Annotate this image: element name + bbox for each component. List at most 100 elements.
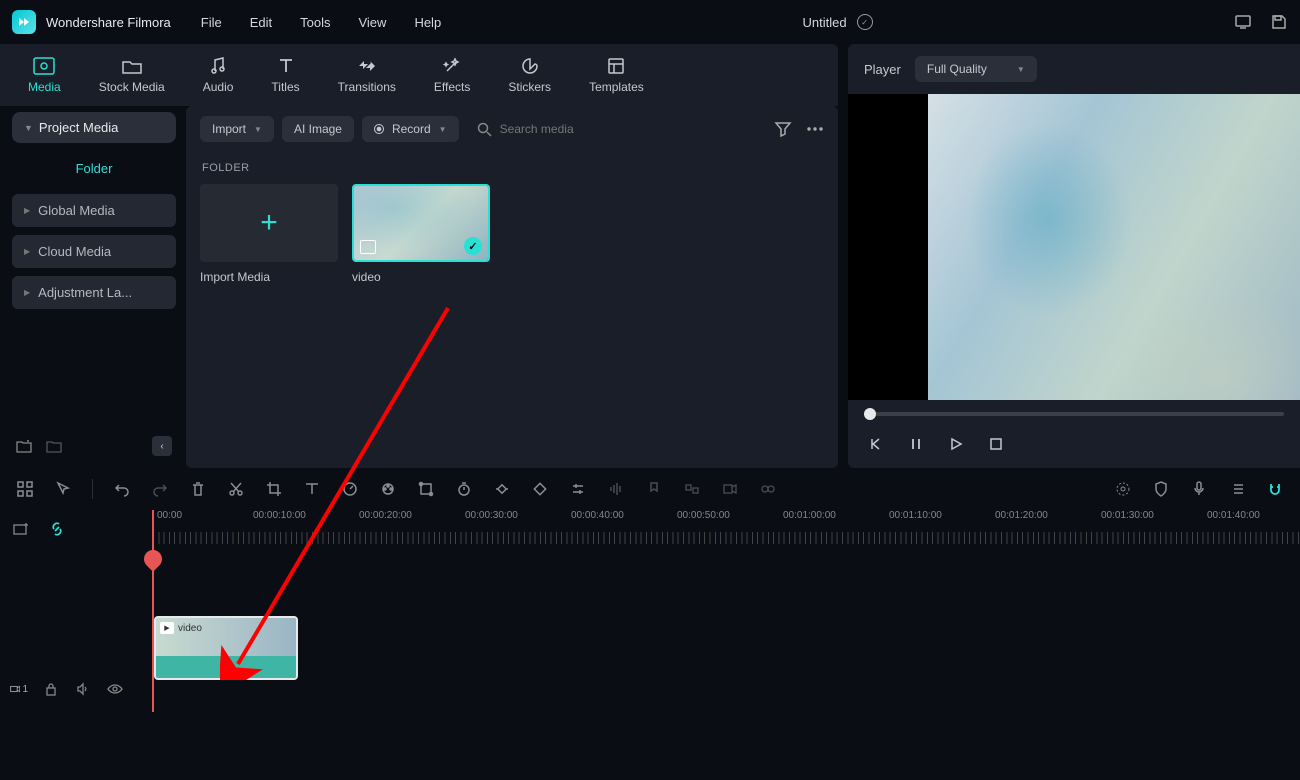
link-icon[interactable] (48, 520, 66, 538)
play-button[interactable] (948, 436, 964, 452)
marker-icon[interactable] (645, 480, 663, 498)
new-folder-icon[interactable] (16, 439, 32, 453)
main-tabs: Media Stock Media Audio Titles Transitio… (0, 44, 838, 106)
chevron-right-icon: ▶ (24, 247, 30, 256)
player-label: Player (864, 62, 901, 77)
sidebar-item-adjustment-layer[interactable]: ▶ Adjustment La... (12, 276, 176, 309)
tab-templates-label: Templates (589, 80, 644, 94)
color-icon[interactable] (379, 480, 397, 498)
folder-icon[interactable] (46, 439, 62, 453)
list-icon[interactable] (1228, 480, 1246, 498)
auto-icon[interactable] (1114, 480, 1132, 498)
filter-icon[interactable] (774, 121, 792, 137)
ruler-tick: 00:01:00:00 (783, 510, 836, 521)
mic-icon[interactable] (1190, 480, 1208, 498)
playhead[interactable] (152, 510, 154, 712)
eye-icon[interactable] (106, 680, 124, 698)
text-tool-icon[interactable] (303, 480, 321, 498)
mute-icon[interactable] (74, 680, 92, 698)
audio-tool-icon[interactable] (607, 480, 625, 498)
progress-bar[interactable] (864, 412, 1284, 416)
crop-icon[interactable] (265, 480, 283, 498)
cut-icon[interactable] (227, 480, 245, 498)
tab-stickers-label: Stickers (508, 80, 551, 94)
delete-icon[interactable] (189, 480, 207, 498)
tab-titles[interactable]: Titles (271, 56, 299, 94)
more-icon[interactable] (806, 121, 824, 137)
record-button[interactable]: Record ▼ (362, 116, 459, 142)
tab-effects[interactable]: Effects (434, 56, 470, 94)
adjust-icon[interactable] (569, 480, 587, 498)
menu-edit[interactable]: Edit (250, 15, 272, 30)
undo-icon[interactable] (113, 480, 131, 498)
search-wrap (467, 122, 766, 137)
sidebar-item-global-media[interactable]: ▶ Global Media (12, 194, 176, 227)
quality-select[interactable]: Full Quality ▼ (915, 56, 1037, 82)
timer-icon[interactable] (455, 480, 473, 498)
menu-help[interactable]: Help (414, 15, 441, 30)
chevron-down-icon: ▼ (254, 125, 262, 134)
cursor-icon[interactable] (54, 480, 72, 498)
timeline-ruler[interactable]: 00:00 00:00:10:00 00:00:20:00 00:00:30:0… (152, 510, 1300, 544)
progress-thumb[interactable] (864, 408, 876, 420)
timeline-track-header: 1 (0, 510, 152, 712)
ai-image-button[interactable]: AI Image (282, 116, 354, 142)
tab-transitions-label: Transitions (338, 80, 396, 94)
tab-media[interactable]: Media (28, 56, 61, 94)
ai-image-label: AI Image (294, 122, 342, 136)
redo-icon[interactable] (151, 480, 169, 498)
search-icon (477, 122, 492, 137)
sidebar-item-cloud-media[interactable]: ▶ Cloud Media (12, 235, 176, 268)
tab-transitions[interactable]: Transitions (338, 56, 396, 94)
saved-indicator-icon: ✓ (857, 14, 873, 30)
quality-value: Full Quality (927, 62, 987, 76)
video-track-icon[interactable]: 1 (10, 680, 28, 698)
cloud-folder-icon (121, 56, 143, 76)
chevron-right-icon: ▶ (24, 288, 30, 297)
tab-audio[interactable]: Audio (203, 56, 234, 94)
tab-templates[interactable]: Templates (589, 56, 644, 94)
render-icon[interactable] (721, 480, 739, 498)
group-icon[interactable] (683, 480, 701, 498)
tab-stock-media[interactable]: Stock Media (99, 56, 165, 94)
speed-icon[interactable] (341, 480, 359, 498)
menu-file[interactable]: File (201, 15, 222, 30)
app-name: Wondershare Filmora (46, 15, 171, 30)
sidebar-folder-header[interactable]: Folder (12, 151, 176, 186)
grid-icon[interactable] (16, 480, 34, 498)
media-item-video[interactable]: ✓ video (352, 184, 490, 284)
player-header: Player Full Quality ▼ (848, 44, 1300, 94)
save-icon[interactable] (1270, 13, 1288, 31)
wand-icon (443, 56, 461, 76)
stop-button[interactable] (988, 436, 1004, 452)
menu-view[interactable]: View (358, 15, 386, 30)
ruler-tick: 00:01:30:00 (1101, 510, 1154, 521)
mask-icon[interactable] (531, 480, 549, 498)
ruler-tick: 00:01:20:00 (995, 510, 1048, 521)
add-track-icon[interactable] (12, 520, 30, 538)
transform-icon[interactable] (417, 480, 435, 498)
display-icon[interactable] (1234, 13, 1252, 31)
folder-section-label: FOLDER (202, 162, 824, 174)
lock-icon[interactable] (42, 680, 60, 698)
track-icon[interactable] (759, 480, 777, 498)
menu-tools[interactable]: Tools (300, 15, 330, 30)
import-button[interactable]: Import ▼ (200, 116, 274, 142)
search-input[interactable] (500, 122, 766, 136)
player-controls (848, 400, 1300, 468)
sidebar-project-media[interactable]: ▼ Project Media (12, 112, 176, 143)
prev-frame-button[interactable] (868, 436, 884, 452)
magnet-icon[interactable] (1266, 480, 1284, 498)
play-pause-button[interactable] (908, 436, 924, 452)
shield-icon[interactable] (1152, 480, 1170, 498)
timeline-clip[interactable]: ▶ video (154, 616, 298, 680)
ruler-tick: 00:00:30:00 (465, 510, 518, 521)
timeline: 1 00:00 00:00:10:00 00:00:20:00 00:00:30… (0, 510, 1300, 712)
media-icon (33, 56, 55, 76)
import-media-tile[interactable]: + Import Media (200, 184, 338, 284)
tab-stickers[interactable]: Stickers (508, 56, 551, 94)
collapse-sidebar-button[interactable]: ‹ (152, 436, 172, 456)
keyframe-icon[interactable] (493, 480, 511, 498)
timeline-tracks[interactable]: 00:00 00:00:10:00 00:00:20:00 00:00:30:0… (152, 510, 1300, 712)
tab-titles-label: Titles (271, 80, 299, 94)
